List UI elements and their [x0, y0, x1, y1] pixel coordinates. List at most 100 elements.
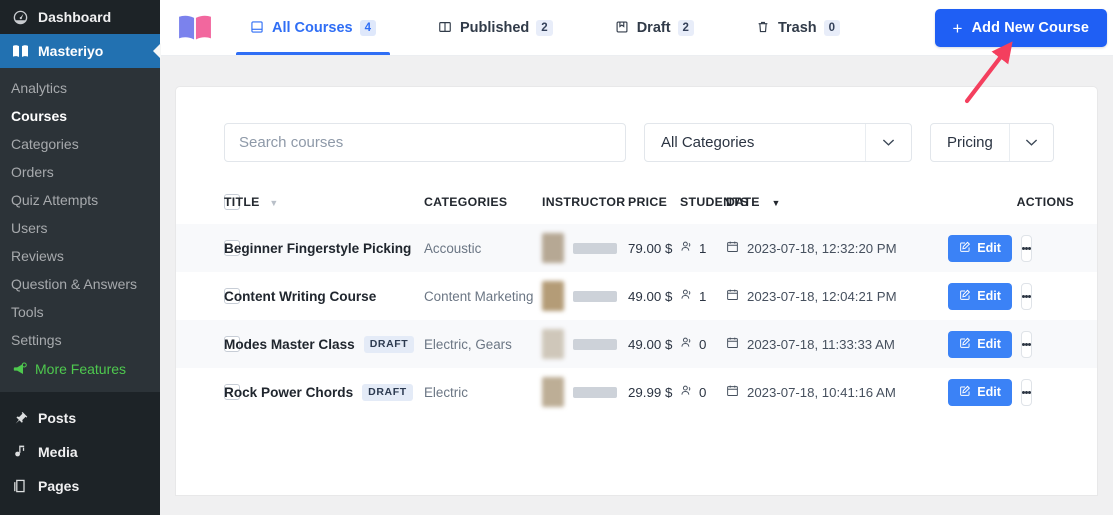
column-date[interactable]: DATE ▼	[726, 194, 966, 224]
calendar-icon	[726, 288, 739, 304]
course-price: 79.00 $	[628, 240, 673, 256]
row-date-cell: 2023-07-18, 11:33:33 AM	[726, 320, 966, 368]
students-count: 1	[699, 240, 707, 256]
sidebar-item-users[interactable]: Users	[0, 214, 160, 242]
row-categories-cell: Accoustic	[424, 224, 542, 272]
tab-trash[interactable]: Trash 0	[742, 0, 854, 55]
course-title-link[interactable]: Rock Power Chords	[224, 385, 353, 400]
course-price: 49.00 $	[628, 336, 673, 352]
students-count: 0	[699, 384, 707, 400]
row-title-cell: Beginner Fingerstyle Picking	[224, 224, 424, 272]
sidebar-item-reviews[interactable]: Reviews	[0, 242, 160, 270]
sidebar-item-categories[interactable]: Categories	[0, 130, 160, 158]
row-price-cell: 49.00 $	[628, 320, 680, 368]
row-more-actions-button[interactable]	[1021, 282, 1032, 310]
search-courses-box[interactable]	[224, 123, 626, 162]
pricing-filter-select[interactable]: Pricing	[930, 123, 1054, 162]
tab-draft[interactable]: Draft 2	[601, 0, 708, 55]
course-title-link[interactable]: Beginner Fingerstyle Picking	[224, 241, 411, 256]
tab-all-courses[interactable]: All Courses 4	[236, 0, 390, 55]
tab-count: 4	[359, 19, 376, 36]
column-actions: ACTIONS	[1016, 195, 1074, 209]
row-instructor-cell	[542, 368, 628, 416]
tab-count: 0	[823, 19, 841, 36]
course-price: 29.99 $	[628, 384, 673, 400]
sidebar-item-masteriyo[interactable]: Masteriyo	[0, 34, 160, 68]
edit-label: Edit	[977, 337, 1001, 351]
chevron-down-icon	[1008, 124, 1053, 161]
search-input[interactable]	[239, 134, 611, 151]
book-icon	[11, 42, 29, 60]
sort-date-icon[interactable]: ▼	[771, 198, 780, 208]
edit-label: Edit	[977, 385, 1001, 399]
course-title-link[interactable]: Content Writing Course	[224, 289, 376, 304]
row-date-cell: 2023-07-18, 10:41:16 AM	[726, 368, 966, 416]
sidebar-item-settings[interactable]: Settings	[0, 326, 160, 354]
instructor-avatar	[542, 329, 564, 359]
row-actions-cell: Edit	[948, 224, 1097, 272]
sidebar-item-quiz-attempts[interactable]: Quiz Attempts	[0, 186, 160, 214]
row-instructor-cell	[542, 224, 628, 272]
row-select-cell	[176, 224, 240, 272]
trash-icon	[756, 20, 771, 35]
students-count: 1	[699, 288, 707, 304]
table-row[interactable]: Rock Power Chords DRAFT Electric 29.99 $…	[176, 368, 1097, 416]
sidebar-item-media[interactable]: Media	[0, 435, 160, 469]
category-filter-select[interactable]: All Categories	[644, 123, 912, 162]
sidebar-item-posts[interactable]: Posts	[0, 401, 160, 435]
row-instructor-cell	[542, 272, 628, 320]
table-row[interactable]: Content Writing Course Content Marketing	[176, 272, 1097, 320]
course-categories: Content Marketing	[424, 288, 534, 304]
sidebar-item-courses[interactable]: Courses	[0, 102, 160, 130]
tab-label: All Courses	[272, 19, 353, 36]
row-title-cell: Content Writing Course	[224, 272, 424, 320]
course-date: 2023-07-18, 11:33:33 AM	[747, 336, 895, 352]
row-date-cell: 2023-07-18, 12:32:20 PM	[726, 224, 966, 272]
edit-button[interactable]: Edit	[948, 378, 1012, 406]
plus-icon: +	[952, 18, 963, 38]
book-open-icon	[438, 20, 453, 35]
column-title[interactable]: TITLE ▼	[224, 194, 424, 224]
edit-button[interactable]: Edit	[948, 330, 1012, 358]
row-actions-cell: Edit	[948, 320, 1097, 368]
sort-title-icon[interactable]: ▼	[269, 198, 278, 208]
sidebar-item-analytics[interactable]: Analytics	[0, 74, 160, 102]
edit-button[interactable]: Edit	[948, 282, 1012, 310]
draft-icon	[615, 20, 630, 35]
course-status-tabs: All Courses 4 Published 2 Draft 2 Trash …	[236, 0, 854, 55]
courses-card: All Categories Pricing	[176, 87, 1097, 495]
course-date: 2023-07-18, 12:04:21 PM	[747, 288, 897, 304]
row-more-actions-button[interactable]	[1021, 234, 1032, 262]
sidebar-item-more-features[interactable]: More Features	[0, 354, 160, 384]
course-price: 49.00 $	[628, 288, 673, 304]
instructor-avatar	[542, 377, 564, 407]
sidebar-item-label: More Features	[35, 361, 127, 377]
pricing-filter-value: Pricing	[947, 134, 993, 151]
sidebar-item-dashboard[interactable]: Dashboard	[0, 0, 160, 34]
sidebar-item-orders[interactable]: Orders	[0, 158, 160, 186]
table-row[interactable]: Modes Master Class DRAFT Electric, Gears	[176, 320, 1097, 368]
row-more-actions-button[interactable]	[1021, 378, 1032, 406]
row-more-actions-button[interactable]	[1021, 330, 1032, 358]
sidebar-item-label: Dashboard	[38, 9, 112, 25]
sidebar-item-label: Media	[38, 444, 78, 460]
tab-published[interactable]: Published 2	[424, 0, 567, 55]
add-new-course-label: Add New Course	[971, 20, 1089, 36]
table-row[interactable]: Beginner Fingerstyle Picking Accoustic 7…	[176, 224, 1097, 272]
calendar-icon	[726, 240, 739, 256]
edit-icon	[959, 385, 971, 400]
row-categories-cell: Electric, Gears	[424, 320, 542, 368]
course-title-link[interactable]: Modes Master Class	[224, 337, 355, 352]
tab-label: Published	[460, 19, 530, 36]
edit-button[interactable]: Edit	[948, 234, 1012, 262]
row-actions-cell: Edit	[948, 368, 1097, 416]
sidebar-item-question-answers[interactable]: Question & Answers	[0, 270, 160, 298]
course-date: 2023-07-18, 12:32:20 PM	[747, 240, 897, 256]
sidebar-item-pages[interactable]: Pages	[0, 469, 160, 503]
sidebar-item-tools[interactable]: Tools	[0, 298, 160, 326]
content-spacer	[160, 56, 1113, 87]
add-new-course-button[interactable]: + Add New Course	[934, 9, 1107, 47]
main-content: All Courses 4 Published 2 Draft 2 Trash …	[160, 0, 1113, 515]
sidebar-item-label: Masteriyo	[38, 43, 104, 59]
app-root: Dashboard Masteriyo Analytics Courses Ca…	[0, 0, 1113, 515]
